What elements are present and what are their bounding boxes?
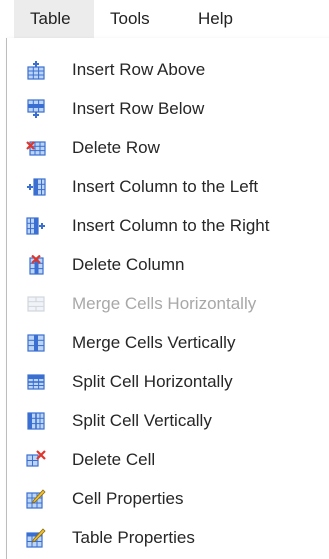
menu-item-label: Insert Column to the Left (72, 176, 259, 196)
menu-table[interactable]: Table (14, 0, 94, 38)
menu-item-cell-properties[interactable]: Cell Properties (7, 479, 329, 518)
split-cell-horizontally-icon (27, 374, 45, 390)
menu-item-label: Delete Column (72, 254, 185, 274)
menu-item-delete-row[interactable]: Delete Row (7, 128, 329, 167)
menu-item-label: Merge Cells Vertically (72, 332, 236, 352)
menu-item-label: Table Properties (72, 527, 195, 547)
insert-row-below-icon (27, 99, 45, 118)
menu-item-merge-cells-vertically[interactable]: Merge Cells Vertically (7, 323, 329, 362)
menu-item-merge-cells-horizontally[interactable]: Merge Cells Horizontally (7, 284, 329, 323)
menu-item-label: Delete Row (72, 137, 160, 157)
delete-cell-icon (26, 450, 46, 467)
menu-item-insert-column-right[interactable]: Insert Column to the Right (7, 206, 329, 245)
menu-item-label: Cell Properties (72, 488, 184, 508)
menu-item-split-cell-horizontally[interactable]: Split Cell Horizontally (7, 362, 329, 401)
table-properties-icon (26, 528, 46, 548)
menu-tools[interactable]: Tools (94, 0, 182, 38)
cell-properties-icon (26, 489, 46, 509)
menu-bar: Table Tools Help (0, 0, 329, 38)
menu-item-split-cell-vertically[interactable]: Split Cell Vertically (7, 401, 329, 440)
menu-item-label: Delete Cell (72, 449, 156, 469)
menu-item-label: Split Cell Vertically (72, 410, 212, 430)
menu-item-label: Insert Column to the Right (72, 215, 270, 235)
delete-row-icon (26, 141, 46, 156)
insert-row-above-icon (27, 61, 45, 80)
menu-item-delete-column[interactable]: Delete Column (7, 245, 329, 284)
menu-item-insert-column-left[interactable]: Insert Column to the Left (7, 167, 329, 206)
insert-column-right-icon (26, 217, 45, 235)
menu-help[interactable]: Help (182, 0, 256, 38)
menu-item-delete-cell[interactable]: Delete Cell (7, 440, 329, 479)
menu-item-table-properties[interactable]: Table Properties (7, 518, 329, 557)
table-menu-dropdown: Insert Row Above Insert Row Below Delete… (6, 38, 329, 559)
insert-column-left-icon (27, 178, 46, 196)
menu-item-label: Merge Cells Horizontally (72, 293, 257, 313)
menu-item-label: Insert Row Below (72, 98, 205, 118)
menu-item-label: Insert Row Above (72, 59, 206, 79)
menu-item-insert-row-above[interactable]: Insert Row Above (7, 50, 329, 89)
split-cell-vertically-icon (27, 412, 45, 430)
delete-column-icon (29, 255, 44, 275)
menu-item-insert-row-below[interactable]: Insert Row Below (7, 89, 329, 128)
merge-cells-horizontally-icon (27, 296, 45, 312)
menu-item-label: Split Cell Horizontally (72, 371, 233, 391)
merge-cells-vertically-icon (27, 334, 45, 352)
